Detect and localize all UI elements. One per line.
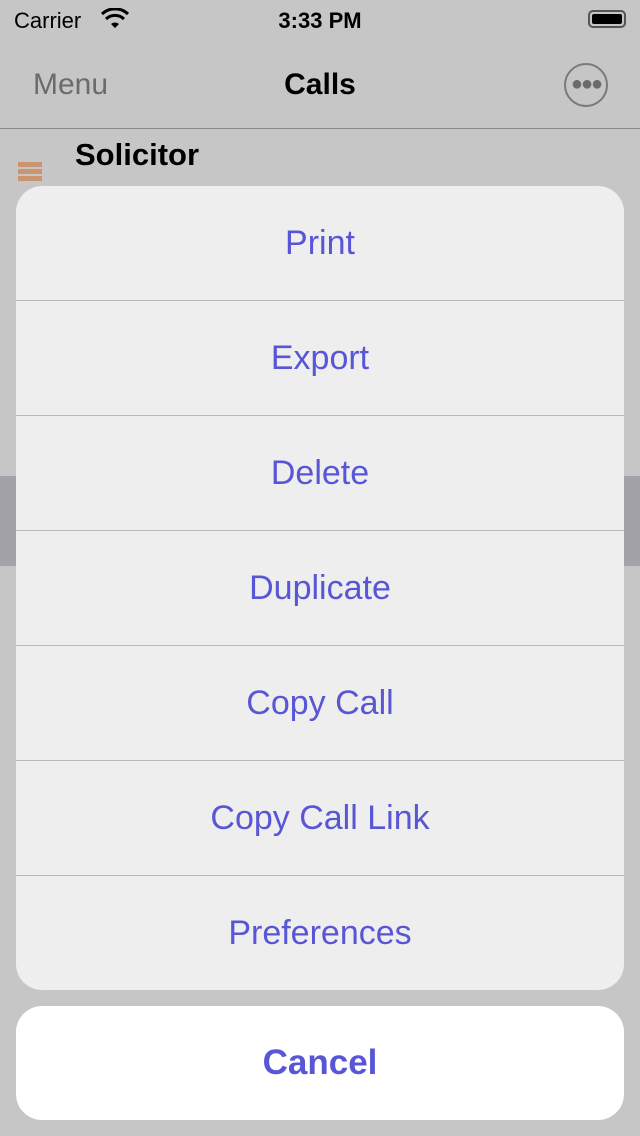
clock: 3:33 PM: [278, 8, 362, 33]
preferences-action[interactable]: Preferences: [16, 876, 624, 990]
status-bar: Carrier 3:33 PM: [0, 0, 640, 40]
export-action[interactable]: Export: [16, 301, 624, 416]
battery-icon: [588, 10, 626, 28]
navigation-bar: Menu Calls ●●●: [0, 40, 640, 129]
selected-row-edge: [624, 476, 640, 566]
selected-row-edge: [0, 476, 16, 566]
ellipsis-circle-icon[interactable]: ●●●: [564, 63, 608, 107]
delete-action[interactable]: Delete: [16, 416, 624, 531]
copy-call-action[interactable]: Copy Call: [16, 646, 624, 761]
copy-call-link-action[interactable]: Copy Call Link: [16, 761, 624, 876]
list-item-title: Solicitor: [75, 137, 200, 172]
page-title: Calls: [284, 68, 356, 101]
print-action[interactable]: Print: [16, 186, 624, 301]
action-sheet: Print Export Delete Duplicate Copy Call …: [16, 186, 624, 990]
reorder-handle-icon[interactable]: [18, 162, 42, 183]
duplicate-action[interactable]: Duplicate: [16, 531, 624, 646]
cancel-button[interactable]: Cancel: [16, 1006, 624, 1120]
